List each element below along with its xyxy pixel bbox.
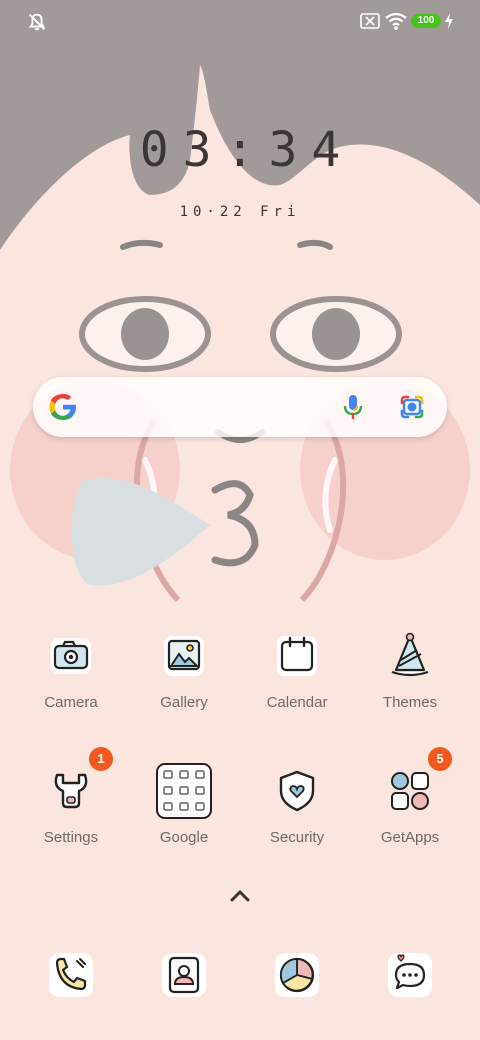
wifi-icon bbox=[385, 12, 407, 30]
app-calendar[interactable]: Calendar bbox=[247, 632, 347, 732]
camera-icon bbox=[51, 638, 91, 674]
battery-icon: 100 bbox=[411, 14, 441, 28]
calendar-icon bbox=[277, 636, 317, 676]
getapps-icon bbox=[391, 772, 429, 810]
app-label: Camera bbox=[44, 694, 98, 711]
themes-icon bbox=[391, 632, 429, 677]
google-search-bar[interactable] bbox=[33, 377, 447, 437]
app-getapps[interactable]: GetApps bbox=[360, 767, 460, 867]
security-icon bbox=[279, 770, 315, 812]
alarm-off-icon bbox=[28, 13, 46, 31]
google-folder-icon bbox=[156, 763, 212, 819]
app-themes[interactable]: Themes bbox=[360, 632, 460, 732]
app-label: Security bbox=[269, 829, 325, 846]
app-label: Themes bbox=[382, 694, 438, 711]
phone-icon[interactable] bbox=[47, 951, 95, 999]
microphone-icon[interactable] bbox=[341, 393, 365, 421]
app-settings[interactable]: Settings bbox=[21, 767, 121, 867]
app-label: Gallery bbox=[160, 694, 208, 711]
messages-icon[interactable] bbox=[386, 951, 434, 999]
notification-badge: 1 bbox=[89, 747, 113, 771]
browser-icon[interactable] bbox=[273, 951, 321, 999]
settings-icon bbox=[54, 773, 88, 809]
contacts-icon[interactable] bbox=[160, 951, 208, 999]
app-label: Calendar bbox=[266, 694, 328, 711]
app-security[interactable]: Security bbox=[247, 767, 347, 867]
chevron-up-icon[interactable] bbox=[229, 886, 251, 904]
app-camera[interactable]: Camera bbox=[21, 632, 121, 732]
google-logo-icon bbox=[49, 394, 76, 420]
app-folder-google[interactable]: Google bbox=[134, 763, 234, 867]
status-bar: 100 bbox=[0, 0, 480, 42]
app-label: GetApps bbox=[380, 829, 440, 846]
notification-badge: 5 bbox=[428, 747, 452, 771]
app-label: Google bbox=[159, 829, 209, 846]
charging-icon bbox=[445, 13, 453, 29]
app-label: Settings bbox=[43, 829, 99, 846]
clock-date[interactable]: 10·22 Fri bbox=[0, 204, 480, 220]
google-lens-icon[interactable] bbox=[399, 394, 425, 420]
clock-time[interactable]: 03:34 bbox=[0, 122, 480, 178]
no-sim-icon bbox=[360, 13, 380, 29]
gallery-icon bbox=[164, 636, 204, 676]
app-gallery[interactable]: Gallery bbox=[134, 632, 234, 732]
